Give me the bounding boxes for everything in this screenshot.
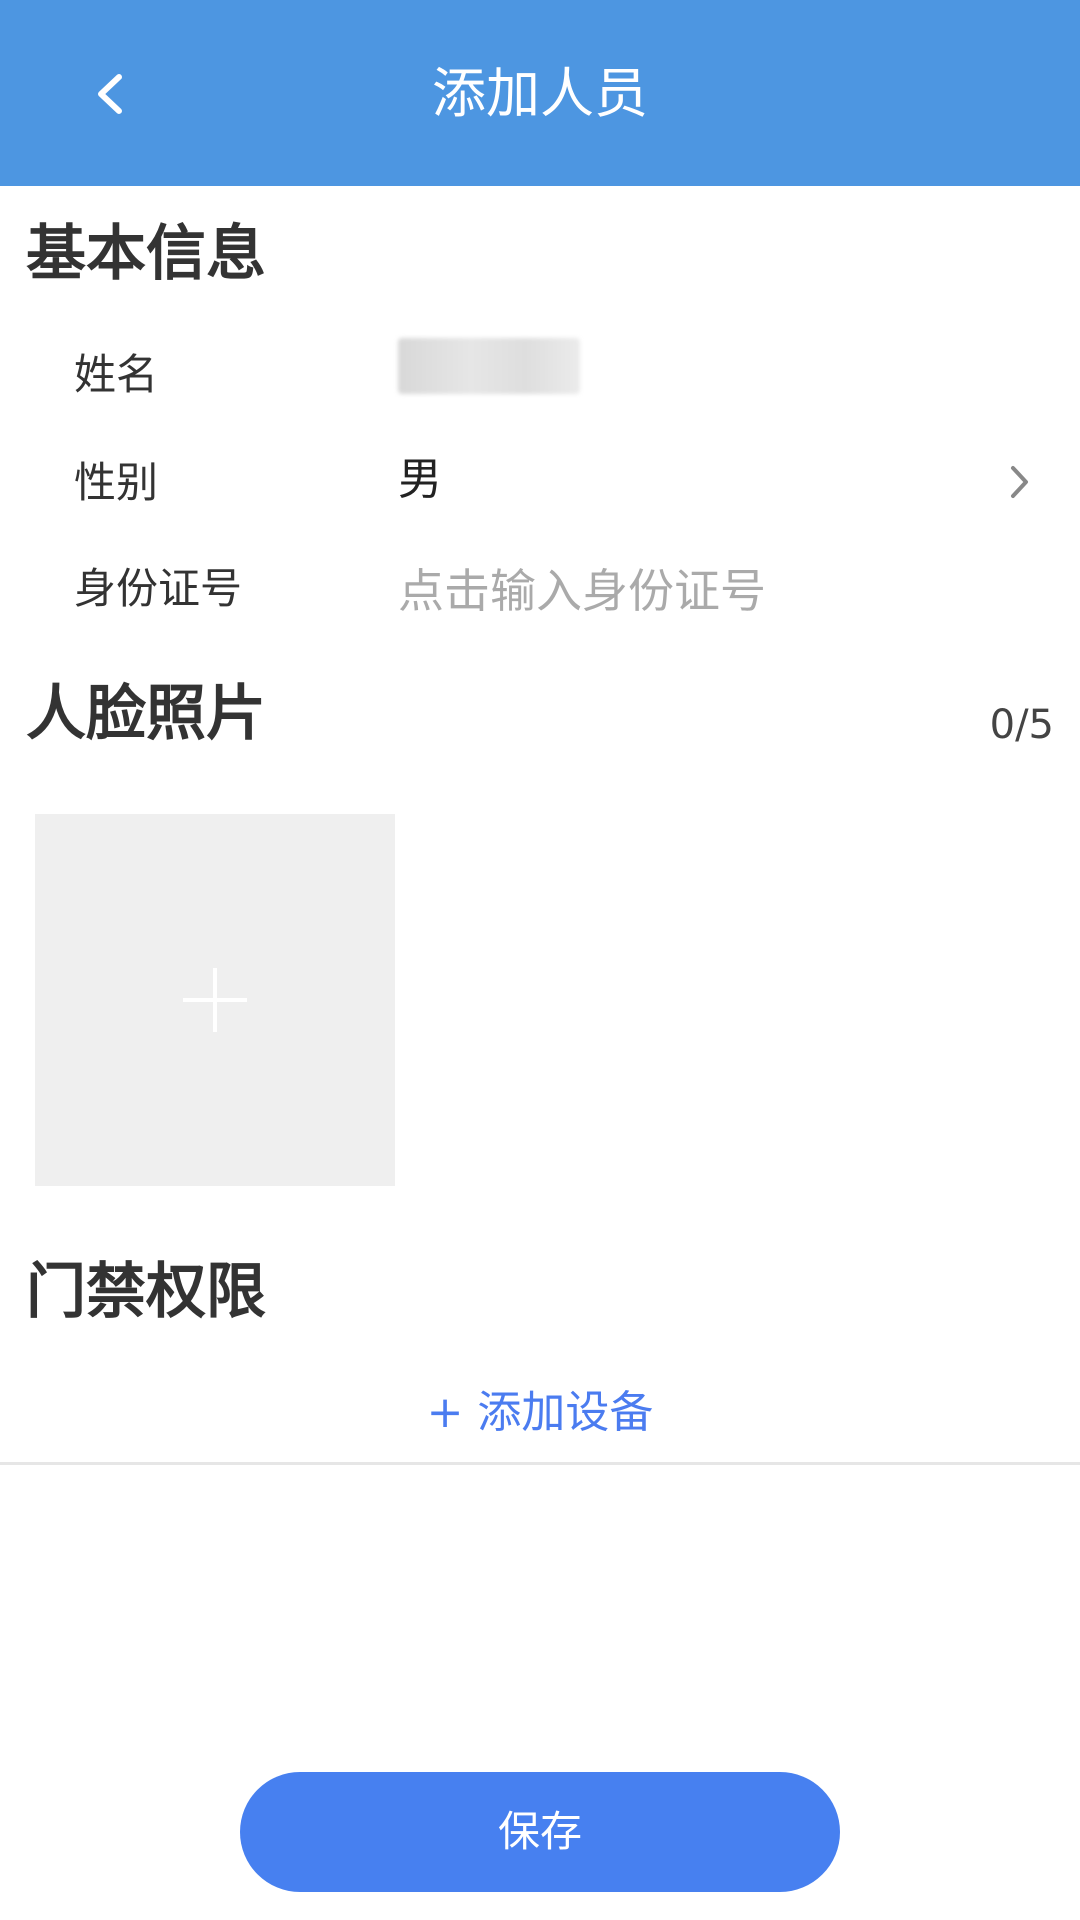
top-bar: 添加人员 (0, 0, 1080, 186)
name-label: 姓名 (74, 350, 159, 399)
gender-label: 性别 (74, 458, 159, 507)
page-title: 添加人员 (432, 62, 648, 125)
app-root: 添加人员 基本信息 姓名 性别 男 身份证号 点击输入身份证号 人脸照片 0/5… (0, 0, 1080, 1920)
chevron-right-icon (1011, 466, 1028, 498)
id-number-row[interactable]: 身份证号 点击输入身份证号 (0, 540, 1080, 636)
add-device-button[interactable]: + 添加设备 (0, 1386, 1080, 1440)
add-photo-button[interactable] (35, 814, 395, 1186)
gender-row[interactable]: 性别 男 (0, 434, 1080, 530)
gender-value: 男 (398, 454, 442, 505)
divider (0, 1462, 1080, 1465)
section-title-basic-info: 基本信息 (26, 219, 266, 289)
id-number-input[interactable]: 点击输入身份证号 (398, 564, 766, 618)
photo-count: 0/5 (989, 702, 1054, 748)
section-title-face-photos: 人脸照片 (26, 679, 266, 749)
id-number-label: 身份证号 (74, 564, 243, 613)
section-title-access: 门禁权限 (26, 1257, 266, 1327)
name-row[interactable]: 姓名 (0, 326, 1080, 422)
name-field-redacted[interactable] (398, 338, 580, 394)
save-button[interactable]: 保存 (240, 1772, 840, 1892)
plus-icon (183, 968, 247, 1032)
